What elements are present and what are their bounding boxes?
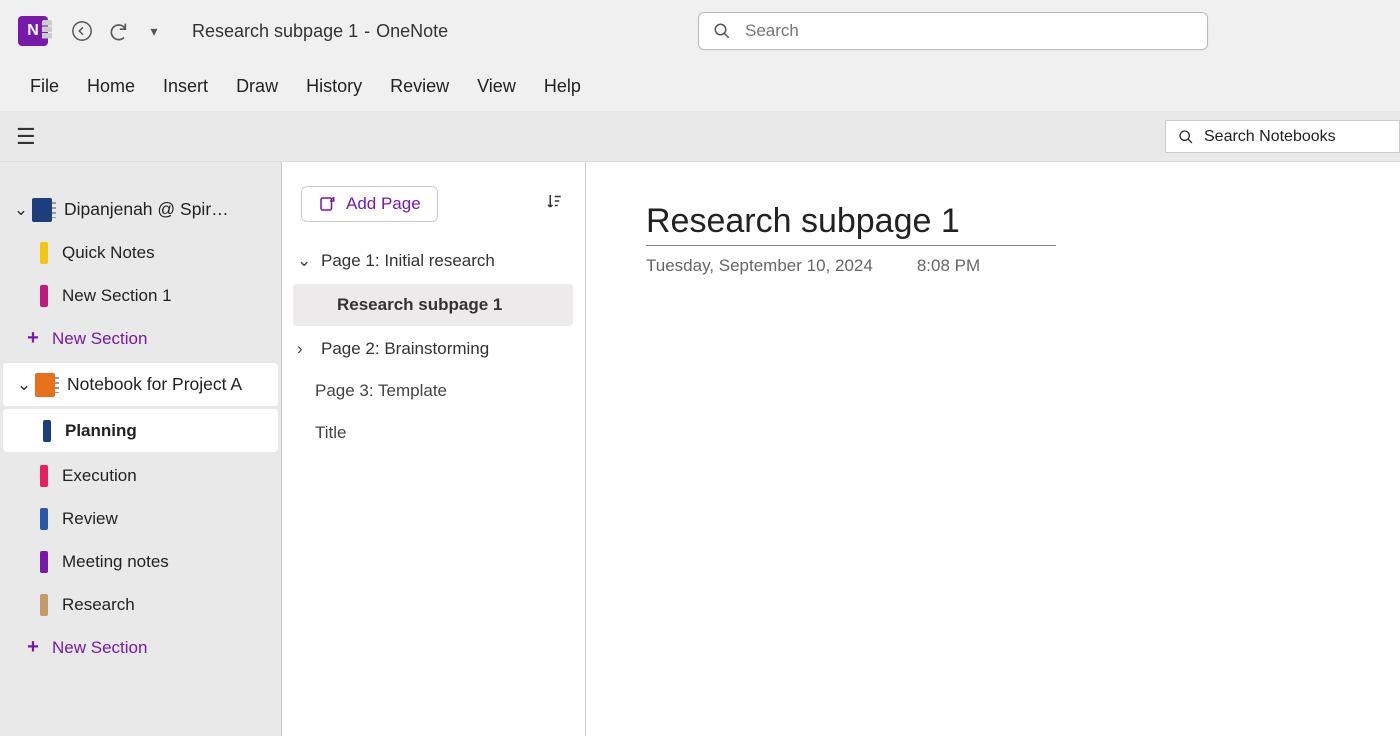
section-tab-icon [40, 285, 48, 307]
global-search[interactable] [698, 12, 1208, 50]
search-input[interactable] [745, 21, 1193, 41]
chevron-down-icon: ⌄ [15, 375, 33, 395]
page-label: Page 1: Initial research [321, 251, 495, 271]
title-separator: - [364, 21, 370, 42]
notebook-label: Notebook for Project A [67, 374, 242, 395]
section-label: Meeting notes [62, 552, 169, 572]
page-list-panel: Add Page ⌄ Page 1: Initial research Rese… [281, 162, 586, 736]
app-name: OneNote [376, 21, 448, 42]
notebook-dipanjenah[interactable]: ⌄ Dipanjenah @ Spiral... [0, 188, 281, 231]
section-execution[interactable]: Execution [0, 454, 281, 497]
section-label: Execution [62, 466, 137, 486]
page-date: Tuesday, September 10, 2024 [646, 256, 873, 276]
page-label: Research subpage 1 [337, 295, 502, 315]
section-label: Planning [65, 421, 137, 441]
section-research[interactable]: Research [0, 583, 281, 626]
section-tab-icon [43, 420, 51, 442]
menu-bar: File Home Insert Draw History Review Vie… [0, 62, 1400, 112]
undo-button[interactable] [100, 13, 136, 49]
page-template[interactable]: Page 3: Template [281, 370, 585, 412]
search-icon [1178, 129, 1194, 145]
navigation-toggle-button[interactable]: ☰ [16, 124, 36, 150]
ribbon-strip: ☰ Search Notebooks [0, 112, 1400, 162]
notebook-sidebar: ⌄ Dipanjenah @ Spiral... Quick Notes New… [0, 162, 281, 736]
page-title-field[interactable]: Research subpage 1 [646, 202, 1056, 246]
section-label: Research [62, 595, 135, 615]
sort-pages-button[interactable] [545, 192, 563, 210]
chevron-down-icon: ⌄ [12, 200, 30, 220]
add-section-button[interactable]: + New Section [0, 317, 281, 360]
page-date-row: Tuesday, September 10, 2024 8:08 PM [646, 256, 1400, 276]
menu-history[interactable]: History [306, 76, 362, 97]
add-section-label: New Section [52, 329, 147, 349]
plus-icon: + [24, 636, 42, 659]
menu-file[interactable]: File [30, 76, 59, 97]
menu-insert[interactable]: Insert [163, 76, 208, 97]
page-canvas[interactable]: Research subpage 1 Tuesday, September 10… [586, 162, 1400, 736]
back-button[interactable] [64, 13, 100, 49]
section-meeting-notes[interactable]: Meeting notes [0, 540, 281, 583]
menu-view[interactable]: View [477, 76, 516, 97]
section-planning[interactable]: Planning [3, 409, 278, 452]
page-brainstorming[interactable]: › Page 2: Brainstorming [281, 328, 585, 370]
add-section-label: New Section [52, 638, 147, 658]
app-icon: N [18, 16, 48, 46]
quick-access-dropdown[interactable]: ▾ [136, 13, 172, 49]
page-research-subpage-1[interactable]: Research subpage 1 [293, 284, 573, 326]
section-tab-icon [40, 594, 48, 616]
document-title: Research subpage 1 [192, 21, 358, 42]
title-bar: N ▾ Research subpage 1 - OneNote [0, 0, 1400, 62]
section-quick-notes[interactable]: Quick Notes [0, 231, 281, 274]
search-notebooks[interactable]: Search Notebooks [1165, 120, 1400, 153]
body: ⌄ Dipanjenah @ Spiral... Quick Notes New… [0, 162, 1400, 736]
add-page-icon [318, 195, 336, 213]
plus-icon: + [24, 327, 42, 350]
notebook-project-a[interactable]: ⌄ Notebook for Project A [3, 363, 278, 406]
add-page-button[interactable]: Add Page [301, 186, 438, 222]
chevron-right-icon: › [297, 339, 315, 359]
search-notebooks-label: Search Notebooks [1204, 128, 1336, 146]
section-label: Review [62, 509, 118, 529]
notebook-label: Dipanjenah @ Spiral... [64, 199, 234, 220]
section-tab-icon [40, 465, 48, 487]
page-initial-research[interactable]: ⌄ Page 1: Initial research [281, 240, 585, 282]
menu-review[interactable]: Review [390, 76, 449, 97]
chevron-down-icon: ⌄ [297, 251, 315, 271]
search-icon [713, 22, 731, 40]
section-review[interactable]: Review [0, 497, 281, 540]
section-tab-icon [40, 508, 48, 530]
add-section-button-2[interactable]: + New Section [0, 626, 281, 669]
menu-draw[interactable]: Draw [236, 76, 278, 97]
page-label: Page 2: Brainstorming [321, 339, 489, 359]
page-time: 8:08 PM [917, 256, 980, 276]
add-page-label: Add Page [346, 194, 421, 214]
section-tab-icon [40, 242, 48, 264]
section-new-section-1[interactable]: New Section 1 [0, 274, 281, 317]
notebook-icon [35, 373, 55, 397]
section-label: New Section 1 [62, 286, 172, 306]
page-title[interactable]: Title [281, 412, 585, 454]
page-label: Page 3: Template [315, 381, 447, 401]
section-tab-icon [40, 551, 48, 573]
app-icon-letter: N [27, 22, 39, 40]
notebook-icon [32, 198, 52, 222]
page-list: ⌄ Page 1: Initial research Research subp… [281, 240, 585, 454]
menu-home[interactable]: Home [87, 76, 135, 97]
section-label: Quick Notes [62, 243, 155, 263]
menu-help[interactable]: Help [544, 76, 581, 97]
page-label: Title [315, 423, 347, 443]
